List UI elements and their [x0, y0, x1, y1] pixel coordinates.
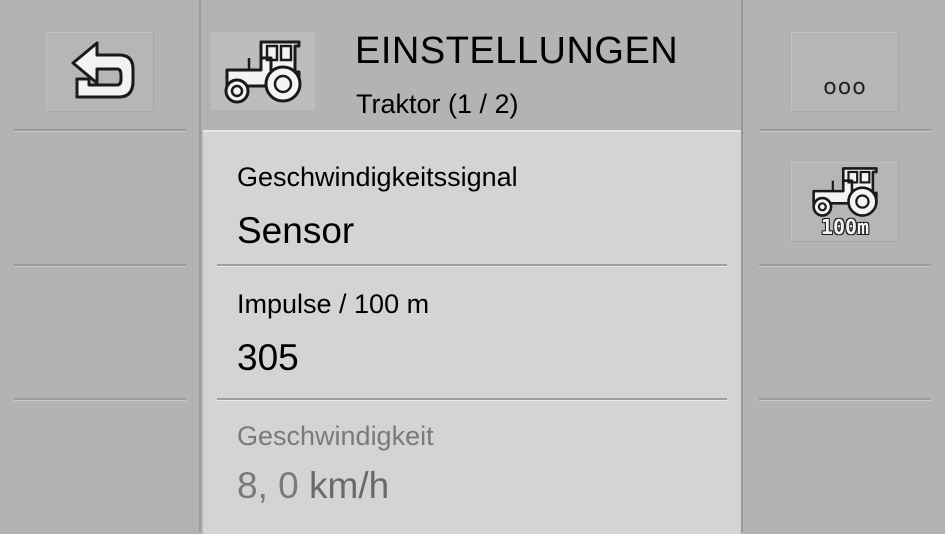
header: EINSTELLUNGEN Traktor (1 / 2)	[203, 0, 741, 130]
setting-speed: Geschwindigkeit 8, 0 km/h	[217, 401, 727, 534]
left-divider-3	[14, 398, 186, 401]
left-divider-1	[14, 129, 186, 132]
setting-speed-signal[interactable]: Geschwindigkeitssignal Sensor	[217, 132, 727, 264]
right-divider-1	[759, 129, 931, 132]
page-title: EINSTELLUNGEN	[355, 30, 679, 72]
right-softkey-column: ooo 100m	[743, 0, 945, 532]
settings-panel: Geschwindigkeitssignal Sensor Impulse / …	[203, 130, 741, 534]
setting-value: 8, 0 km/h	[237, 465, 389, 507]
speed-unit: km/h	[309, 465, 390, 506]
calibrate-icon-group: 100m	[808, 165, 882, 239]
more-button[interactable]: ooo	[791, 32, 899, 112]
back-button[interactable]	[46, 32, 154, 112]
setting-pulses-per-100m[interactable]: Impulse / 100 m 305	[217, 267, 727, 399]
more-dots-icon: ooo	[823, 74, 867, 100]
calibrate-100m-button[interactable]: 100m	[791, 162, 899, 242]
page-subtitle: Traktor (1 / 2)	[356, 89, 519, 119]
calibrate-distance-label: 100m	[820, 215, 870, 239]
setting-value: 305	[237, 337, 299, 378]
left-divider-2	[14, 264, 186, 267]
left-separator	[199, 0, 201, 532]
tractor-icon	[224, 40, 302, 104]
setting-label: Geschwindigkeit	[237, 421, 434, 451]
back-arrow-icon	[71, 41, 135, 99]
setting-value: Sensor	[237, 210, 355, 251]
speed-value: 8, 0	[237, 465, 299, 506]
right-divider-3	[759, 398, 931, 401]
right-divider-2	[759, 264, 931, 267]
left-softkey-column	[0, 0, 201, 532]
header-tractor-box	[211, 32, 315, 110]
tractor-calibrate-icon	[812, 167, 878, 217]
setting-label: Geschwindigkeitssignal	[237, 162, 518, 192]
setting-label: Impulse / 100 m	[237, 289, 430, 319]
